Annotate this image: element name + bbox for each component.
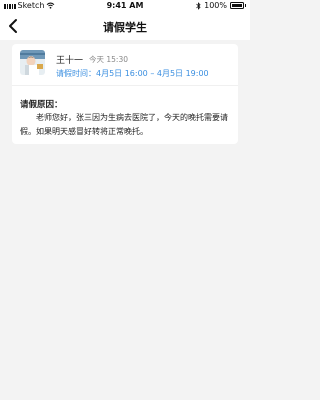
status-bar-right: 100% [196,1,246,10]
divider [12,85,238,86]
student-name: 王十一 [56,56,84,66]
status-bar: Sketch 9:41 AM 100% [0,0,250,12]
bluetooth-icon [196,1,201,10]
leave-time-range: 请假时间：4月5日 16:00 – 4月5日 19:00 [56,69,209,78]
avatar [20,50,45,75]
battery-percent: 100% [204,1,227,10]
reason-label: 请假原因： [20,100,63,110]
request-timestamp: 今天 15:30 [89,55,128,64]
nav-bar: 请假学生 [0,12,250,40]
leave-request-card[interactable]: 王十一 今天 15:30 请假时间：4月5日 16:00 – 4月5日 19:0… [12,44,238,144]
reason-text: 老师您好，张三因为生病去医院了，今天的晚托需要请假。如果明天感冒好转将正常晚托。 [20,113,228,136]
page-title: 请假学生 [103,21,147,34]
battery-icon [230,2,246,9]
